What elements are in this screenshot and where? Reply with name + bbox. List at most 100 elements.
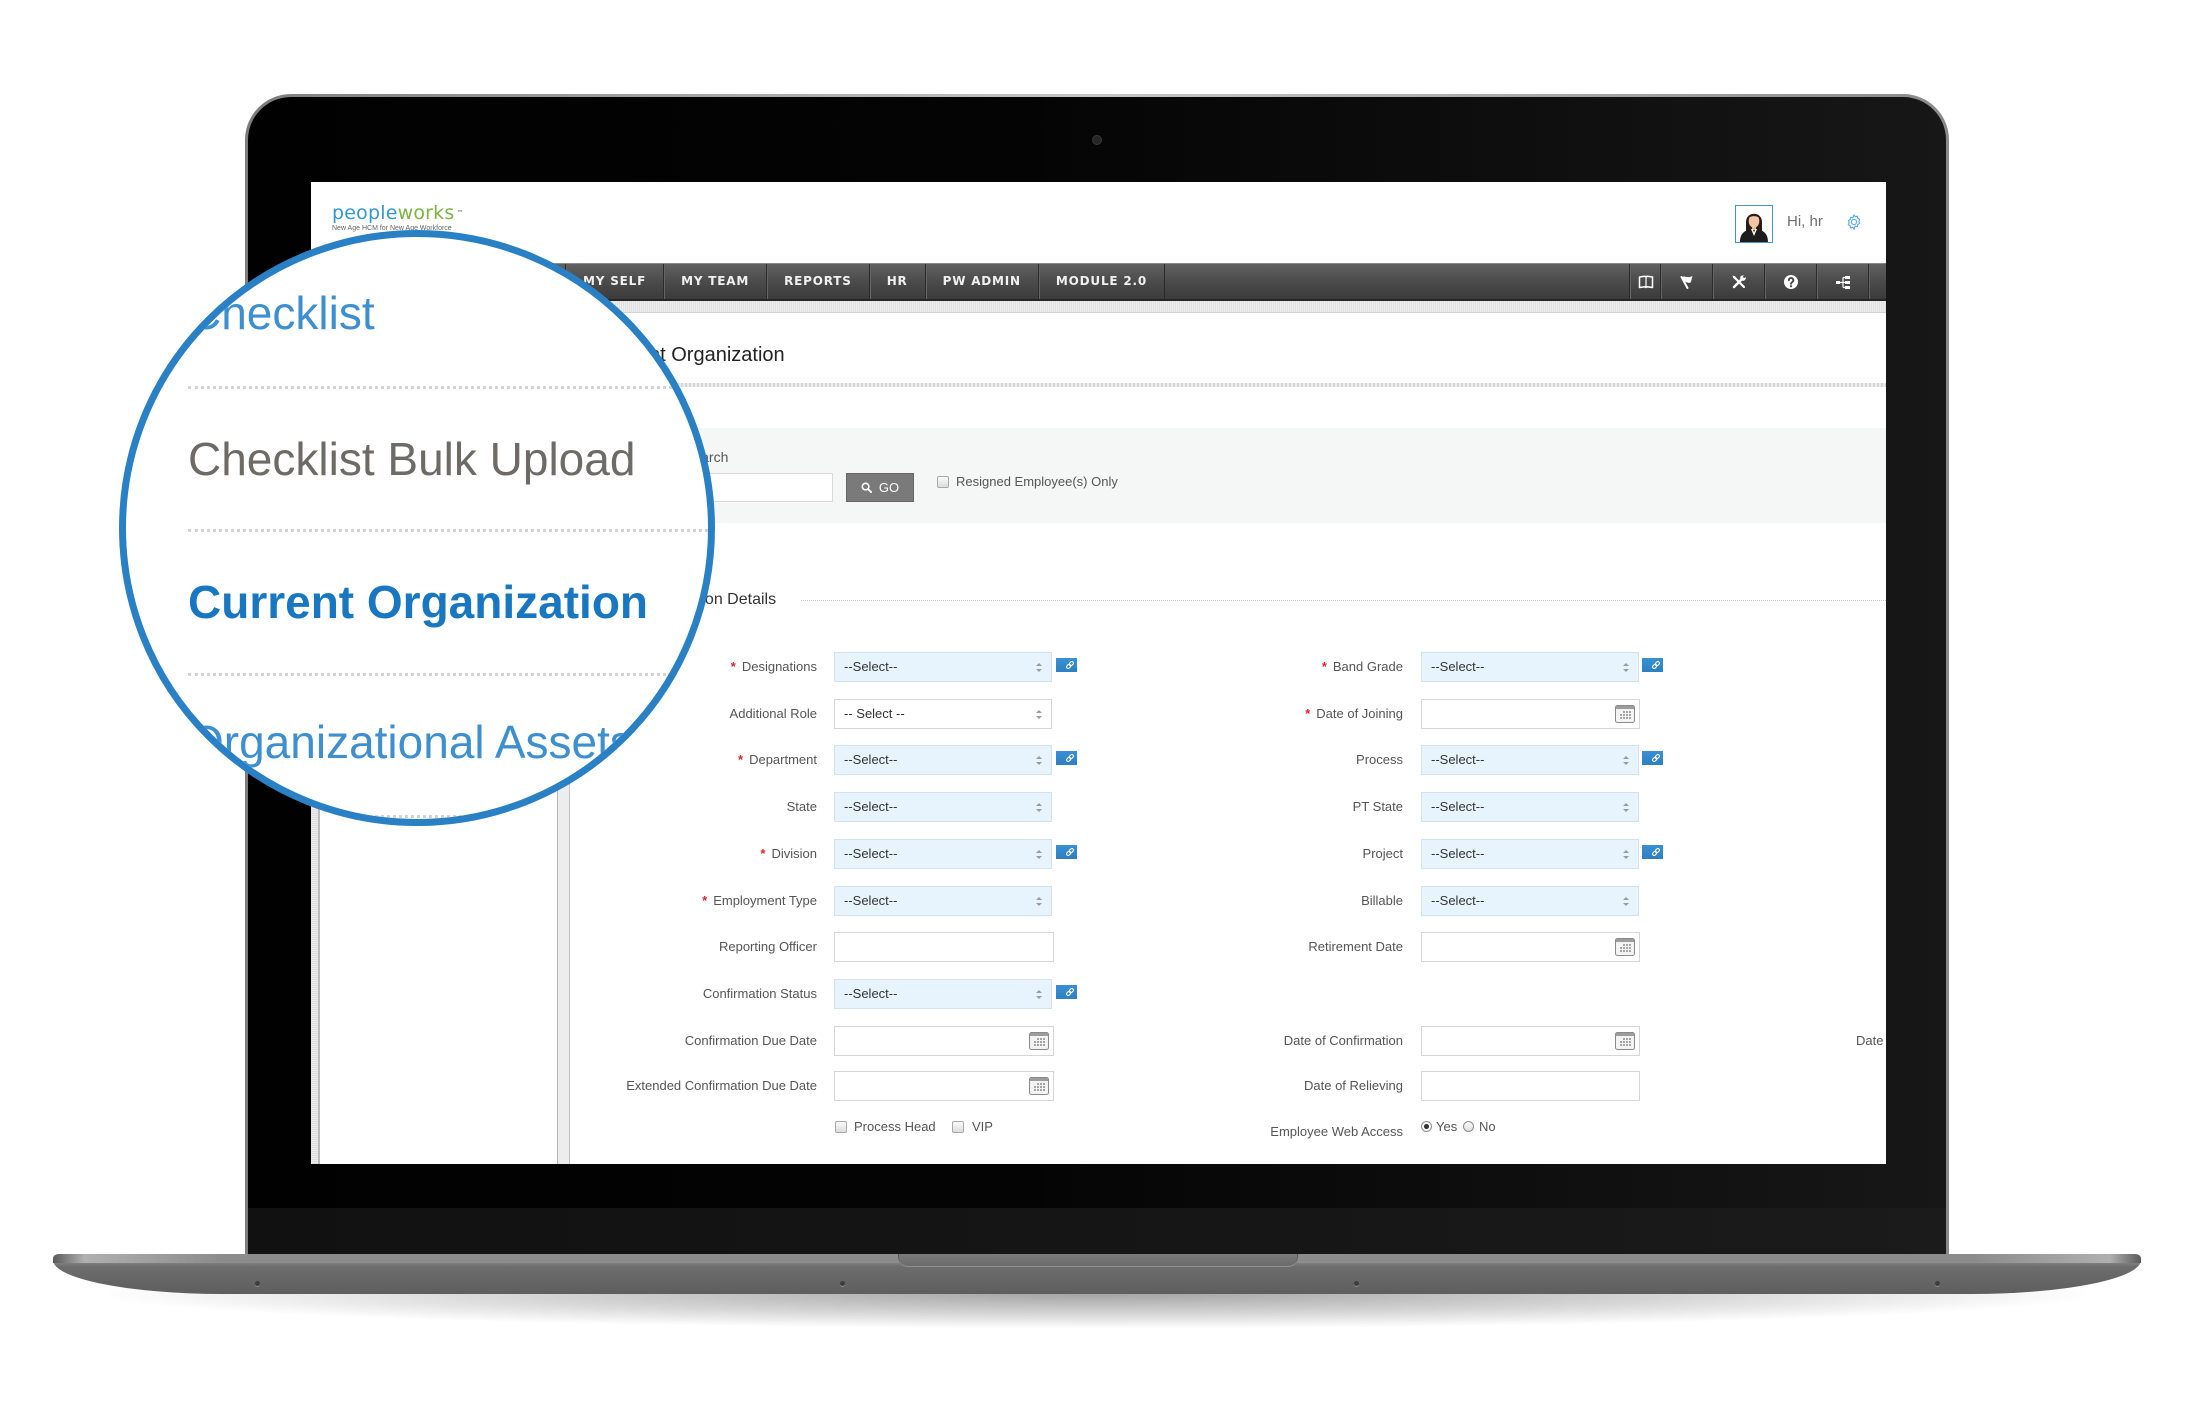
menu-item-organizational-assets[interactable]: Organizational Assets [188, 712, 633, 772]
select-arrows-icon [1036, 663, 1042, 672]
pt-state-select[interactable]: --Select-- [1421, 792, 1639, 822]
select-value: --Select-- [1431, 893, 1485, 908]
select-arrows-icon [1623, 897, 1629, 906]
web-access-yes-label[interactable]: Yes [1436, 1119, 1457, 1135]
department-select[interactable]: --Select-- [834, 745, 1052, 775]
nav-item-reports[interactable]: REPORTS [766, 264, 869, 299]
flag-button[interactable] [1660, 264, 1713, 299]
chain-link-icon [1652, 754, 1660, 762]
reporting-officer-input[interactable] [834, 932, 1054, 962]
web-access-no-radio[interactable] [1463, 1121, 1474, 1132]
field-label: *Date of Confirmation [1111, 1026, 1403, 1056]
resigned-only-checkbox[interactable] [937, 476, 949, 488]
designations-select[interactable]: --Select-- [834, 652, 1052, 682]
menu-item-current-organization[interactable]: Current Organization [188, 572, 648, 632]
process-select[interactable]: --Select-- [1421, 745, 1639, 775]
select-value: --Select-- [844, 986, 898, 1001]
menu-item-checklist-bulk-upload[interactable]: Checklist Bulk Upload [188, 429, 635, 489]
vip-label[interactable]: VIP [972, 1119, 993, 1135]
chain-link-icon [1652, 661, 1660, 669]
tools-button[interactable] [1712, 264, 1765, 299]
date-of-relieving-input[interactable] [1421, 1071, 1640, 1101]
sitemap-button[interactable] [1816, 264, 1869, 299]
calendar-button[interactable] [1615, 705, 1635, 723]
project-select[interactable]: --Select-- [1421, 839, 1639, 869]
link-button[interactable] [1642, 751, 1663, 765]
field-label: * Date of Joining [1111, 699, 1403, 729]
calendar-button[interactable] [1029, 1077, 1049, 1095]
state-select[interactable]: --Select-- [834, 792, 1052, 822]
go-button[interactable]: GO [846, 473, 914, 502]
link-button[interactable] [1056, 845, 1077, 859]
select-arrows-icon [1623, 803, 1629, 812]
web-access-yes-radio[interactable] [1421, 1121, 1432, 1132]
title-divider [573, 383, 1886, 387]
billable-select[interactable]: --Select-- [1421, 886, 1639, 916]
calendar-button[interactable] [1615, 1032, 1635, 1050]
menu-divider [188, 673, 708, 676]
nav-item-pw-admin[interactable]: PW ADMIN [924, 264, 1038, 299]
user-greeting[interactable]: Hi, hr [1787, 213, 1823, 231]
nav-item-module-2[interactable]: MODULE 2.0 [1037, 264, 1166, 299]
employment-type-select[interactable]: --Select-- [834, 886, 1052, 916]
gear-icon[interactable] [1845, 213, 1863, 231]
process-head-label[interactable]: Process Head [854, 1119, 936, 1135]
select-value: --Select-- [1431, 846, 1485, 861]
field-process: *Process --Select-- [1111, 745, 1691, 775]
laptop-lid-notch [898, 1254, 1298, 1267]
link-button[interactable] [1056, 751, 1077, 765]
laptop-base [53, 1254, 2141, 1294]
field-label-text: Date of Joining [1316, 706, 1403, 721]
field-label-text: Date of Relieving [1304, 1078, 1403, 1093]
employee-web-access-label: Employee Web Access [1270, 1124, 1403, 1139]
link-button[interactable] [1056, 658, 1077, 672]
select-arrows-icon [1623, 663, 1629, 672]
menu-item-checklist[interactable]: Checklist [188, 283, 375, 343]
date-of-confirmation-input[interactable] [1421, 1026, 1640, 1056]
help-button[interactable] [1764, 264, 1817, 299]
chain-link-icon [1066, 661, 1074, 669]
required-asterisk: * [1305, 706, 1311, 721]
band-grade-select[interactable]: --Select-- [1421, 652, 1639, 682]
additional-role-select[interactable]: -- Select -- [834, 699, 1052, 729]
brand-logo[interactable]: peopleworks ™ [332, 202, 464, 224]
nav-item-hr[interactable]: HR [868, 264, 925, 299]
confirmation-status-select[interactable]: --Select-- [834, 979, 1052, 1009]
link-button[interactable] [1056, 985, 1077, 999]
field-label-text: Retirement Date [1308, 939, 1403, 954]
link-button[interactable] [1642, 658, 1663, 672]
select-arrows-icon [1623, 850, 1629, 859]
webcam-icon [1093, 136, 1101, 144]
date-of-joining-input[interactable] [1421, 699, 1640, 729]
select-value: --Select-- [844, 752, 898, 767]
process-head-checkbox[interactable] [835, 1121, 847, 1133]
select-arrows-icon [1036, 897, 1042, 906]
division-select[interactable]: --Select-- [834, 839, 1052, 869]
calendar-icon [1615, 1032, 1635, 1050]
calendar-button[interactable] [1029, 1032, 1049, 1050]
book-open-button[interactable] [1629, 264, 1661, 299]
calendar-button[interactable] [1615, 938, 1635, 956]
select-value: --Select-- [844, 846, 898, 861]
required-asterisk: * [738, 752, 744, 767]
nav-item-my-team[interactable]: MY TEAM [663, 264, 766, 299]
field-label: *Billable [1111, 886, 1403, 916]
link-button[interactable] [1642, 845, 1663, 859]
resigned-only-label[interactable]: Resigned Employee(s) Only [956, 474, 1118, 490]
field-label-text: Designations [741, 659, 817, 674]
field-date-of-joining: * Date of Joining [1111, 699, 1691, 729]
web-access-no-label[interactable]: No [1479, 1119, 1496, 1135]
extended-confirmation-due-date-input[interactable] [834, 1071, 1054, 1101]
calendar-icon [1615, 938, 1635, 956]
user-avatar-icon[interactable] [1735, 205, 1773, 243]
field-employment-type: * Employment Type --Select-- [511, 886, 1091, 916]
logo-text-works: works [397, 202, 455, 224]
select-arrows-icon [1623, 756, 1629, 765]
vip-checkbox[interactable] [952, 1121, 964, 1133]
field-label-text: Confirmation Status [702, 986, 817, 1001]
field-label: *Reporting Officer [511, 932, 817, 962]
field-division: * Division --Select-- [511, 839, 1091, 869]
field-project: *Project --Select-- [1111, 839, 1691, 869]
confirmation-due-date-input[interactable] [834, 1026, 1054, 1056]
retirement-date-input[interactable] [1421, 932, 1640, 962]
